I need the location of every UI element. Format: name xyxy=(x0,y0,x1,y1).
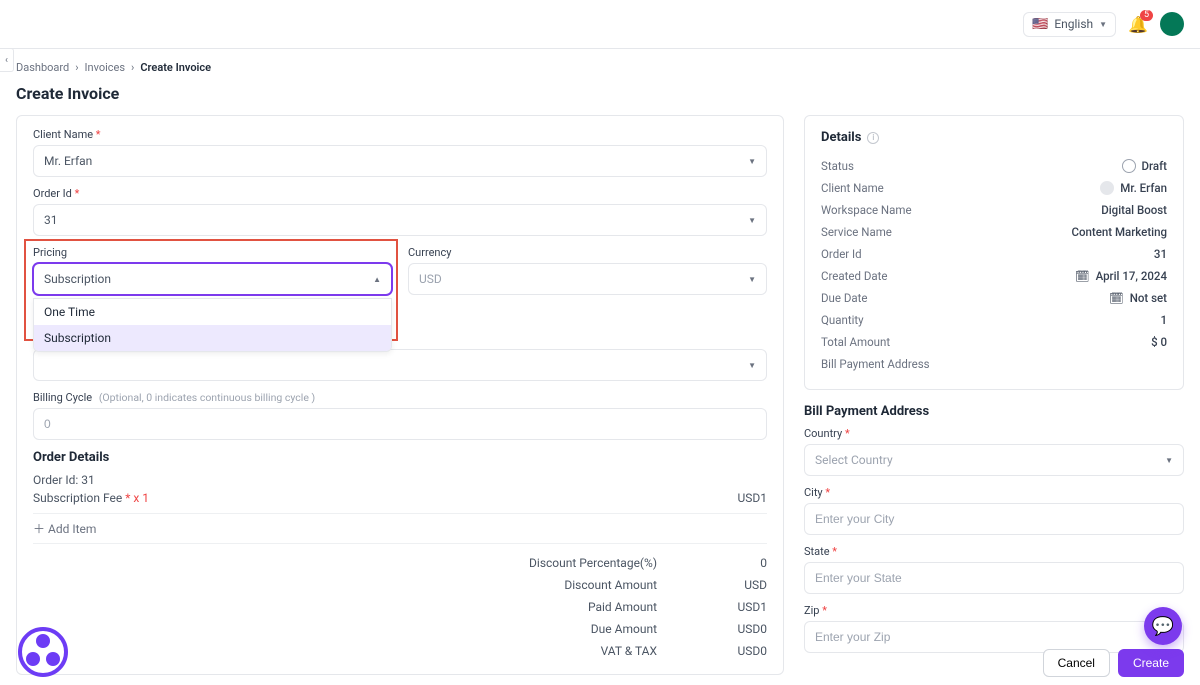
calendar-icon: 🗓 xyxy=(1109,291,1124,305)
paid-amount-value: USD1 xyxy=(717,600,767,614)
vat-tax-label: VAT & TAX xyxy=(601,644,657,658)
discount-pct-label: Discount Percentage(%) xyxy=(529,556,657,570)
discount-amount-label: Discount Amount xyxy=(564,578,657,592)
chevron-down-icon: ▼ xyxy=(1165,456,1173,465)
pricing-option-one-time[interactable]: One Time xyxy=(34,299,391,325)
details-created-date: April 17, 2024 xyxy=(1096,269,1167,283)
person-icon xyxy=(1100,181,1114,195)
billing-cycle-label: Billing Cycle (Optional, 0 indicates con… xyxy=(33,391,767,404)
zip-label: Zip * xyxy=(804,604,1184,617)
city-input[interactable] xyxy=(804,503,1184,535)
cancel-button[interactable]: Cancel xyxy=(1043,649,1110,677)
details-workspace: Digital Boost xyxy=(1101,203,1167,217)
currency-label: Currency xyxy=(408,246,767,259)
topbar: 🇺🇸 English ▼ 🔔 5 xyxy=(0,0,1200,48)
bill-payment-section: Bill Payment Address Country * Select Co… xyxy=(804,404,1184,663)
currency-value: USD xyxy=(419,272,442,286)
order-id-label: Order Id * xyxy=(33,187,767,200)
pricing-option-subscription[interactable]: Subscription xyxy=(34,325,391,351)
totals: Discount Percentage(%) 0 Discount Amount… xyxy=(33,552,767,662)
details-service: Content Marketing xyxy=(1071,225,1167,239)
language-label: English xyxy=(1054,17,1093,31)
details-total: $ 0 xyxy=(1151,335,1167,349)
chat-bubble[interactable]: 💬 xyxy=(1144,607,1182,645)
chevron-down-icon: ▼ xyxy=(748,275,756,284)
breadcrumb: Dashboard › Invoices › Create Invoice xyxy=(16,49,1184,78)
plus-icon: ＋ xyxy=(33,522,48,536)
chevron-down-icon: ▼ xyxy=(748,216,756,225)
bill-payment-title: Bill Payment Address xyxy=(804,404,1184,419)
interval-select[interactable]: ▼ xyxy=(33,349,767,381)
chevron-right-icon: › xyxy=(131,61,134,74)
client-name-label: Client Name * xyxy=(33,128,767,141)
breadcrumb-invoices[interactable]: Invoices xyxy=(85,61,126,74)
status-icon xyxy=(1122,159,1136,173)
calendar-icon: 🗓 xyxy=(1075,269,1090,283)
footer-actions: Cancel Create xyxy=(1043,649,1184,677)
subscription-fee-amount: USD1 xyxy=(737,491,767,505)
due-amount-value: USD0 xyxy=(717,622,767,636)
vat-tax-value: USD0 xyxy=(717,644,767,658)
chevron-down-icon: ▼ xyxy=(1099,20,1107,29)
user-avatar[interactable] xyxy=(1160,12,1184,36)
notifications-button[interactable]: 🔔 5 xyxy=(1128,15,1148,34)
flag-icon: 🇺🇸 xyxy=(1032,17,1048,32)
details-quantity: 1 xyxy=(1160,313,1167,327)
pricing-value: Subscription xyxy=(44,272,111,286)
breadcrumb-current: Create Invoice xyxy=(140,61,211,74)
notification-badge: 5 xyxy=(1140,10,1153,21)
info-icon: i xyxy=(867,132,879,144)
state-label: State * xyxy=(804,545,1184,558)
order-id-select[interactable]: 31 ▼ xyxy=(33,204,767,236)
pricing-label: Pricing xyxy=(33,246,392,259)
state-input[interactable] xyxy=(804,562,1184,594)
pricing-select[interactable]: Subscription ▲ xyxy=(33,263,392,295)
brand-logo xyxy=(18,627,68,677)
city-label: City * xyxy=(804,486,1184,499)
page-title: Create Invoice xyxy=(16,78,1184,115)
invoice-form: Client Name * Mr. Erfan ▼ Order Id * 31 … xyxy=(16,115,784,675)
chevron-up-icon: ▲ xyxy=(373,275,381,284)
paid-amount-label: Paid Amount xyxy=(588,600,657,614)
language-select[interactable]: 🇺🇸 English ▼ xyxy=(1023,12,1116,37)
country-placeholder: Select Country xyxy=(815,453,893,467)
subscription-fee-item: Subscription Fee * x 1 xyxy=(33,491,149,505)
breadcrumb-dashboard[interactable]: Dashboard xyxy=(16,61,69,74)
country-select[interactable]: Select Country ▼ xyxy=(804,444,1184,476)
create-button[interactable]: Create xyxy=(1118,649,1184,677)
discount-pct-value: 0 xyxy=(717,556,767,570)
order-id-value: 31 xyxy=(44,213,58,227)
chevron-down-icon: ▼ xyxy=(748,157,756,166)
due-amount-label: Due Amount xyxy=(591,622,657,636)
billing-cycle-input[interactable] xyxy=(33,408,767,440)
add-item-button[interactable]: ＋ Add Item xyxy=(33,514,767,544)
details-panel: Details i Status Draft Client Name Mr. E… xyxy=(804,115,1184,390)
order-details-title: Order Details xyxy=(33,450,767,465)
details-due-date: Not set xyxy=(1130,291,1167,305)
status-value: Draft xyxy=(1142,159,1167,173)
client-name-select[interactable]: Mr. Erfan ▼ xyxy=(33,145,767,177)
chevron-down-icon: ▼ xyxy=(748,361,756,370)
pricing-dropdown-menu: One Time Subscription xyxy=(33,298,392,352)
chat-icon: 💬 xyxy=(1152,616,1174,637)
order-id-line: Order Id: 31 xyxy=(33,473,95,487)
details-order-id: 31 xyxy=(1154,247,1167,261)
country-label: Country * xyxy=(804,427,1184,440)
discount-amount-value: USD xyxy=(717,578,767,592)
details-title: Details i xyxy=(821,130,1167,145)
chevron-right-icon: › xyxy=(75,61,78,74)
client-name-value: Mr. Erfan xyxy=(44,154,92,168)
details-client-name: Mr. Erfan xyxy=(1120,181,1167,195)
currency-select[interactable]: USD ▼ xyxy=(408,263,767,295)
